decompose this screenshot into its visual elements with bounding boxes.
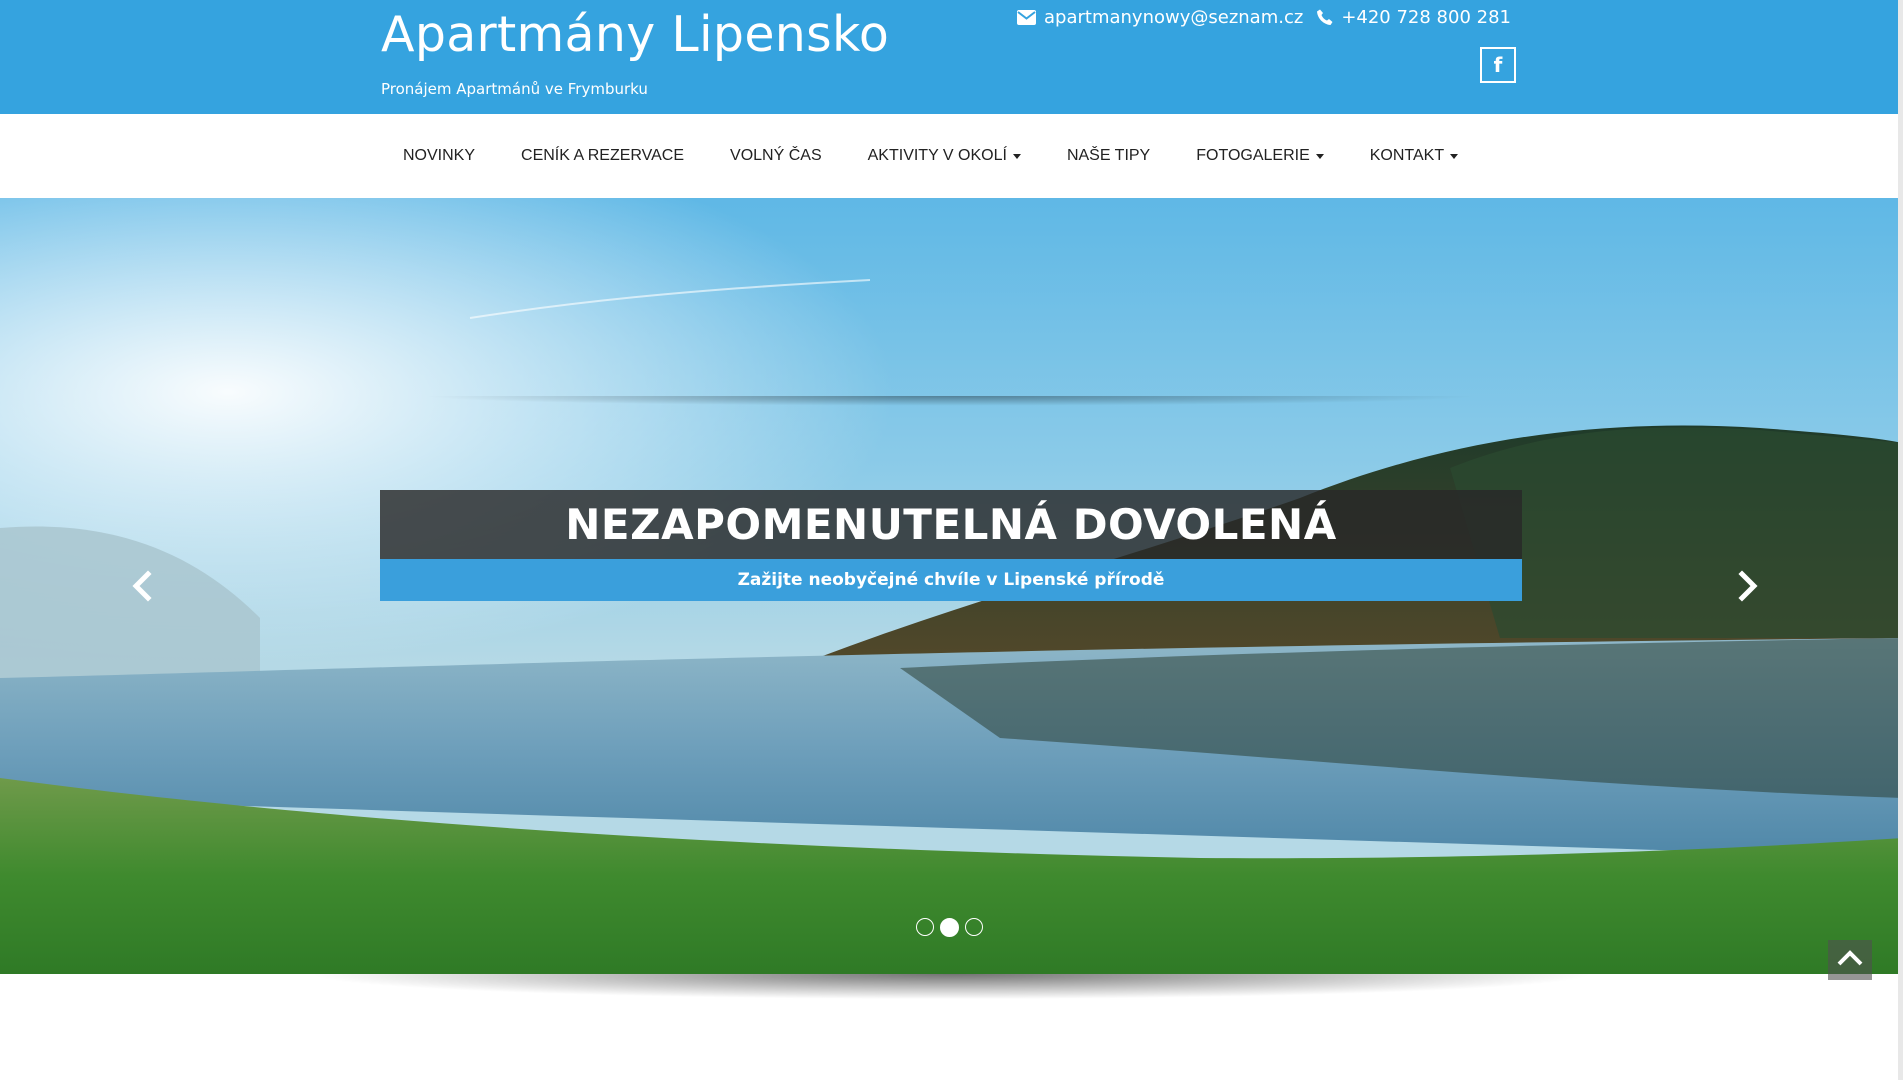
hero-bottom-shadow bbox=[0, 974, 1903, 1034]
phone-contact[interactable]: +420 728 800 281 bbox=[1317, 7, 1511, 28]
main-navigation: NOVINKY CENÍK A REZERVACE VOLNÝ ČAS AKTIVIT… bbox=[0, 114, 1903, 198]
nav-item-kontakt[interactable]: KONTAKT bbox=[1347, 147, 1481, 165]
nav-item-label: VOLNÝ ČAS bbox=[730, 147, 822, 164]
site-subtitle: Pronájem Apartmánů ve Frymburku bbox=[381, 80, 648, 98]
email-contact[interactable]: apartmanynowy@seznam.cz bbox=[1017, 7, 1303, 28]
contact-info: apartmanynowy@seznam.cz +420 728 800 281 bbox=[1017, 7, 1511, 28]
nav-item-label: AKTIVITY V OKOLÍ bbox=[867, 147, 1007, 164]
caret-down-icon bbox=[1315, 153, 1324, 159]
caret-down-icon bbox=[1012, 153, 1021, 159]
chevron-left-icon[interactable] bbox=[122, 566, 162, 606]
nav-item-fotogalerie[interactable]: FOTOGALERIE bbox=[1173, 147, 1347, 165]
page-scrollbar[interactable] bbox=[1898, 0, 1903, 1080]
carousel-indicators bbox=[916, 918, 983, 937]
nav-item-label: FOTOGALERIE bbox=[1196, 147, 1310, 164]
phone-text[interactable]: +420 728 800 281 bbox=[1341, 7, 1511, 28]
slide-caption-title: NEZAPOMENUTELNÁ DOVOLENÁ bbox=[380, 490, 1522, 559]
email-text[interactable]: apartmanynowy@seznam.cz bbox=[1044, 7, 1303, 28]
nav-item-label: NOVINKY bbox=[403, 147, 476, 164]
nav-item-label: CENÍK A REZERVACE bbox=[521, 147, 685, 164]
nav-item-volný-čas[interactable]: VOLNÝ ČAS bbox=[707, 147, 845, 165]
hero-top-shadow bbox=[200, 396, 1700, 410]
site-header: Apartmány Lipensko Pronájem Apartmánů ve… bbox=[0, 0, 1903, 114]
carousel-indicator[interactable] bbox=[916, 918, 934, 936]
hero-carousel: NEZAPOMENUTELNÁ DOVOLENÁ Zažijte neobyče… bbox=[0, 198, 1903, 974]
slide-caption: NEZAPOMENUTELNÁ DOVOLENÁ Zažijte neobyče… bbox=[380, 490, 1522, 601]
nav-item-label: KONTAKT bbox=[1369, 147, 1445, 164]
envelope-icon bbox=[1017, 10, 1036, 25]
nav-item-ceník-a-rezervace[interactable]: CENÍK A REZERVACE bbox=[498, 147, 707, 165]
chevron-up-icon bbox=[1837, 949, 1863, 971]
site-title[interactable]: Apartmány Lipensko bbox=[381, 6, 889, 63]
scroll-to-top-button[interactable] bbox=[1828, 940, 1872, 980]
nav-item-label: NAŠE TIPY bbox=[1066, 147, 1151, 164]
facebook-icon[interactable]: f bbox=[1480, 47, 1516, 83]
chevron-right-icon[interactable] bbox=[1728, 566, 1768, 606]
slide-caption-subtitle: Zažijte neobyčejné chvíle v Lipenské pří… bbox=[380, 559, 1522, 601]
nav-item-naše-tipy[interactable]: NAŠE TIPY bbox=[1044, 147, 1173, 165]
nav-list: NOVINKY CENÍK A REZERVACE VOLNÝ ČAS AKTIVIT… bbox=[380, 114, 1481, 198]
carousel-indicator[interactable] bbox=[940, 918, 959, 937]
caret-down-icon bbox=[1450, 153, 1459, 159]
nav-item-novinky[interactable]: NOVINKY bbox=[380, 147, 498, 165]
phone-icon bbox=[1317, 9, 1333, 26]
carousel-indicator[interactable] bbox=[965, 918, 983, 936]
nav-item-aktivity-v-okolí[interactable]: AKTIVITY V OKOLÍ bbox=[845, 147, 1044, 165]
